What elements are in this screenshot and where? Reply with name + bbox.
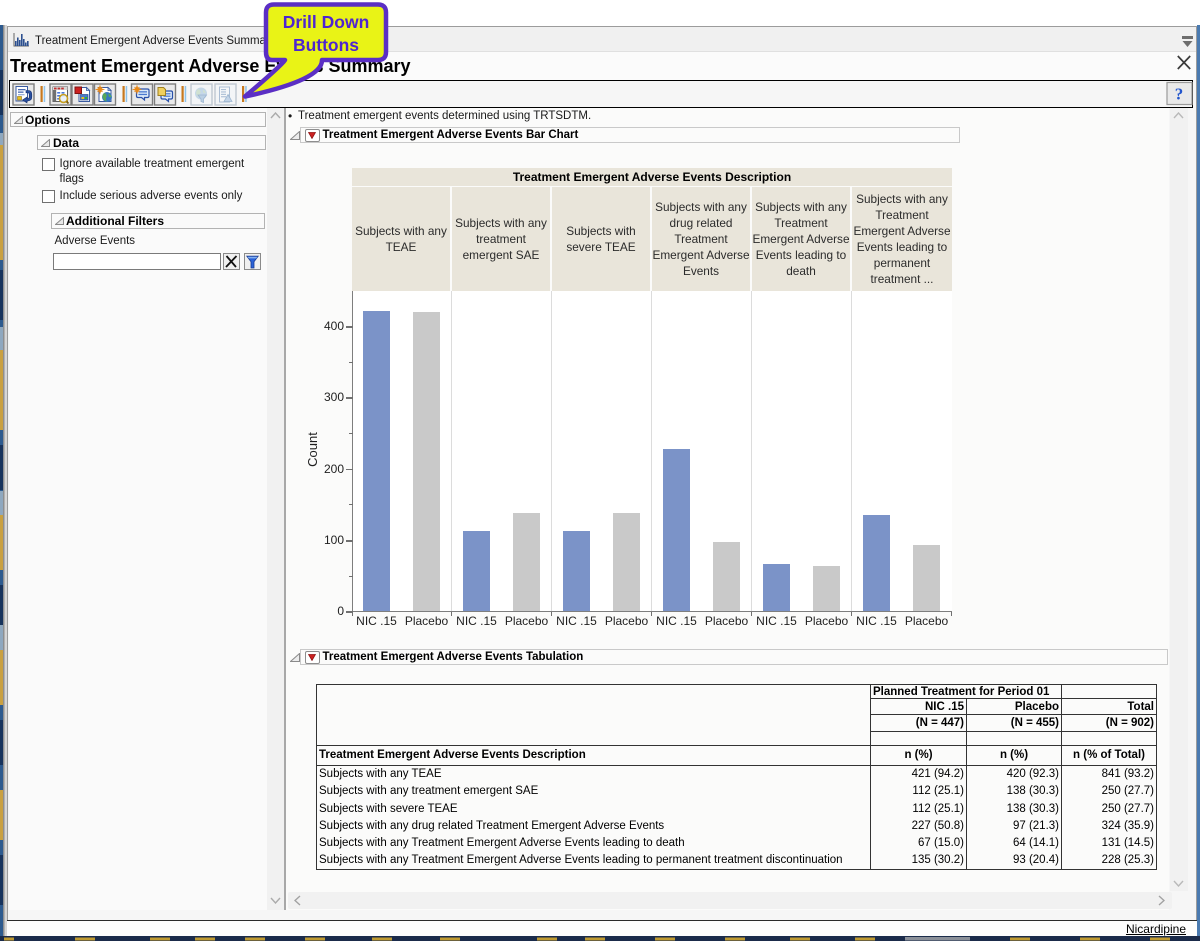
svg-text:?: ? [1175,85,1184,104]
svg-text:Drill Down: Drill Down [283,12,370,32]
svg-text:Buttons: Buttons [293,35,359,55]
